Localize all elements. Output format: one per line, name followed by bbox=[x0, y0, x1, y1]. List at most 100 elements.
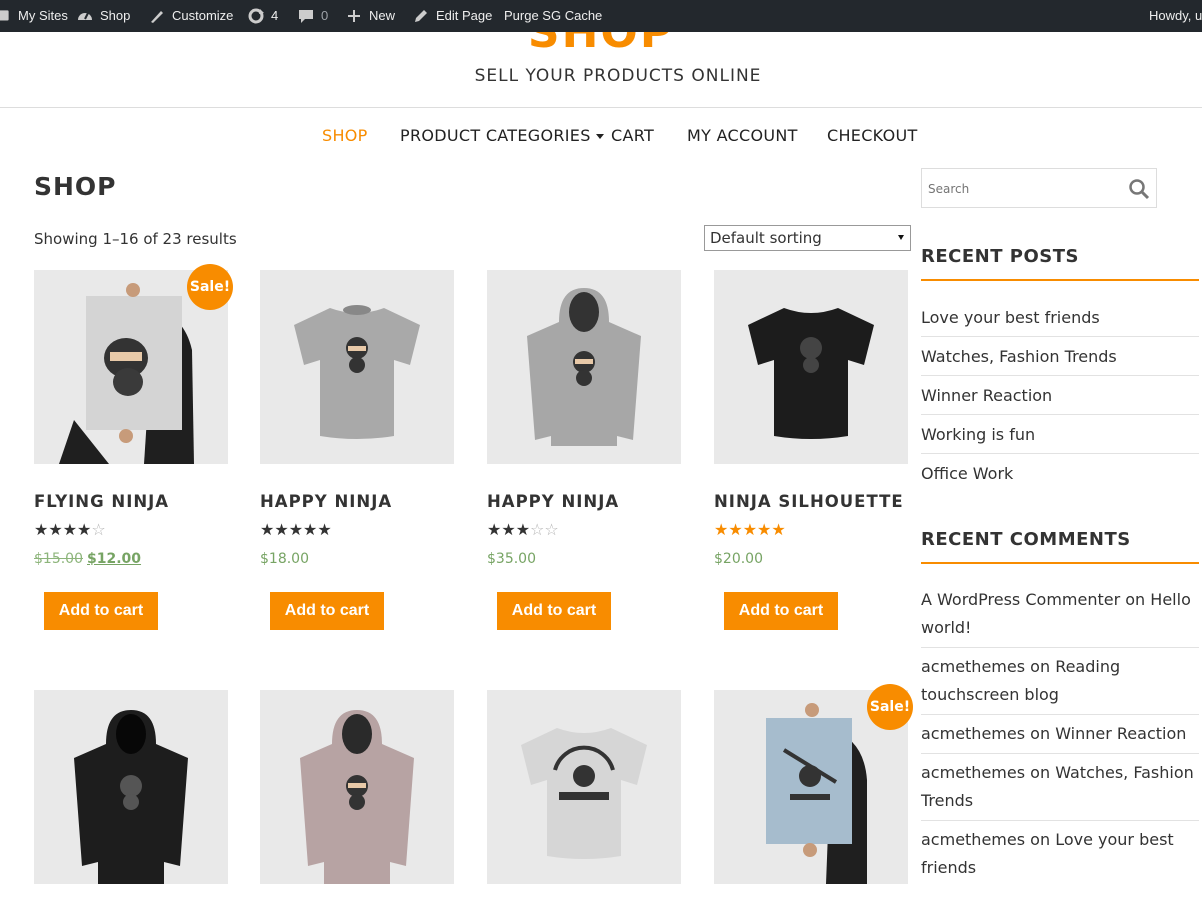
updates-count: 4 bbox=[271, 8, 279, 23]
sale-badge: Sale! bbox=[187, 264, 233, 310]
updates-link[interactable]: 4 bbox=[247, 0, 278, 32]
site-tagline: SELL YOUR PRODUCTS ONLINE bbox=[474, 66, 762, 86]
star-rating: ★★★☆☆ bbox=[487, 520, 559, 539]
product-image[interactable] bbox=[260, 690, 454, 884]
search-icon[interactable] bbox=[1128, 178, 1150, 200]
product-name[interactable]: HAPPY NINJA bbox=[487, 492, 619, 511]
recent-posts-title: RECENT POSTS bbox=[921, 246, 1079, 267]
recent-post-link[interactable]: Winner Reaction bbox=[921, 376, 1199, 415]
dropdown-arrow-icon bbox=[898, 235, 904, 240]
header-divider bbox=[0, 107, 1202, 108]
add-to-cart-button[interactable]: Add to cart bbox=[724, 592, 838, 630]
comment-author[interactable]: acmethemes bbox=[921, 724, 1025, 743]
customize-link[interactable]: Customize bbox=[148, 0, 233, 32]
recent-comment: acmethemes on Winner Reaction bbox=[921, 720, 1199, 754]
comment-on: on bbox=[1030, 763, 1051, 782]
star-rating: ★★★★★ bbox=[260, 520, 332, 539]
black-tshirt-image bbox=[748, 308, 874, 439]
comment-on: on bbox=[1030, 657, 1051, 676]
comments-count: 0 bbox=[321, 8, 329, 23]
updates-icon bbox=[248, 8, 264, 24]
product-image[interactable] bbox=[487, 690, 681, 884]
sort-dropdown-value: Default sorting bbox=[710, 229, 822, 247]
comment-icon bbox=[299, 10, 313, 23]
brush-icon bbox=[151, 11, 163, 23]
recent-comments-title: RECENT COMMENTS bbox=[921, 529, 1131, 550]
star-rating: ★★★★★ bbox=[714, 520, 786, 539]
star-rating: ★★★★☆ bbox=[34, 520, 106, 539]
pink-hoodie-image bbox=[300, 710, 414, 884]
purge-cache-link[interactable]: Purge SG Cache bbox=[504, 0, 602, 32]
dashboard-icon bbox=[78, 12, 92, 20]
new-content-menu[interactable]: New bbox=[345, 0, 395, 32]
comment-author[interactable]: acmethemes bbox=[921, 657, 1025, 676]
recent-comment: acmethemes on Watches, Fashion Trends bbox=[921, 759, 1199, 821]
recent-post-link[interactable]: Working is fun bbox=[921, 415, 1199, 454]
sort-dropdown[interactable]: Default sorting bbox=[704, 225, 911, 251]
my-sites-label: My Sites bbox=[18, 8, 68, 23]
search-form bbox=[921, 168, 1157, 208]
purge-cache-label: Purge SG Cache bbox=[504, 8, 603, 23]
product-price: $35.00 bbox=[487, 551, 536, 567]
page-title: SHOP bbox=[34, 172, 117, 201]
site-menu[interactable]: Shop bbox=[76, 0, 130, 32]
edit-page-label: Edit Page bbox=[436, 8, 493, 23]
my-sites-icon bbox=[0, 10, 9, 21]
sale-badge: Sale! bbox=[867, 684, 913, 730]
sale-price: $12.00 bbox=[87, 551, 142, 567]
grey-hoodie-image bbox=[527, 288, 641, 446]
comment-on: on bbox=[1030, 724, 1051, 743]
search-input[interactable] bbox=[928, 179, 1118, 199]
pencil-icon bbox=[415, 10, 427, 22]
comment-on: on bbox=[1030, 830, 1051, 849]
add-to-cart-button[interactable]: Add to cart bbox=[497, 592, 611, 630]
site-label: Shop bbox=[100, 8, 131, 23]
product-image[interactable] bbox=[487, 270, 681, 464]
edit-page-link[interactable]: Edit Page bbox=[412, 0, 492, 32]
nav-product-categories[interactable]: PRODUCT CATEGORIES bbox=[400, 126, 604, 145]
product-name[interactable]: FLYING NINJA bbox=[34, 492, 169, 511]
recent-post-link[interactable]: Love your best friends bbox=[921, 298, 1199, 337]
old-price: $15.00 bbox=[34, 551, 83, 567]
white-tshirt-image bbox=[521, 728, 647, 859]
product-price: $15.00 $12.00 bbox=[34, 551, 141, 567]
product-price: $20.00 bbox=[714, 551, 763, 567]
comment-post-link[interactable]: Winner Reaction bbox=[1055, 724, 1186, 743]
nav-shop[interactable]: SHOP bbox=[322, 126, 368, 145]
comment-author[interactable]: acmethemes bbox=[921, 830, 1025, 849]
nav-product-categories-label: PRODUCT CATEGORIES bbox=[400, 126, 591, 145]
new-label: New bbox=[369, 8, 396, 23]
account-menu[interactable]: Howdy, u bbox=[1149, 0, 1202, 32]
add-to-cart-button[interactable]: Add to cart bbox=[270, 592, 384, 630]
recent-post-link[interactable]: Office Work bbox=[921, 454, 1199, 493]
product-name[interactable]: NINJA SILHOUETTE bbox=[714, 492, 904, 511]
customize-label: Customize bbox=[172, 8, 234, 23]
howdy-label: Howdy, u bbox=[1149, 8, 1202, 23]
product-name[interactable]: HAPPY NINJA bbox=[260, 492, 392, 511]
plus-icon bbox=[348, 10, 360, 22]
product-image[interactable] bbox=[34, 690, 228, 884]
product-image[interactable] bbox=[714, 270, 908, 464]
black-hoodie-image bbox=[74, 710, 188, 884]
my-sites-menu[interactable]: My Sites bbox=[0, 0, 68, 32]
recent-comment: acmethemes on Reading touchscreen blog bbox=[921, 653, 1199, 715]
comment-author[interactable]: A WordPress Commenter bbox=[921, 590, 1120, 609]
admin-bar: My Sites Shop Customize 4 0 New Edit Pag… bbox=[0, 0, 1202, 32]
nav-cart[interactable]: CART bbox=[611, 126, 654, 145]
comment-author[interactable]: acmethemes bbox=[921, 763, 1025, 782]
nav-checkout[interactable]: CHECKOUT bbox=[827, 126, 918, 145]
product-price: $18.00 bbox=[260, 551, 309, 567]
nav-my-account[interactable]: MY ACCOUNT bbox=[687, 126, 798, 145]
widget-divider bbox=[921, 562, 1199, 564]
grey-tshirt-image bbox=[294, 305, 420, 439]
comment-on: on bbox=[1125, 590, 1146, 609]
comments-link[interactable]: 0 bbox=[297, 0, 328, 32]
widget-divider bbox=[921, 279, 1199, 281]
recent-comment: acmethemes on Love your best friends bbox=[921, 826, 1199, 888]
chevron-down-icon bbox=[595, 134, 604, 139]
add-to-cart-button[interactable]: Add to cart bbox=[44, 592, 158, 630]
recent-comment: A WordPress Commenter on Hello world! bbox=[921, 586, 1199, 648]
product-image[interactable] bbox=[260, 270, 454, 464]
result-count: Showing 1–16 of 23 results bbox=[34, 230, 237, 248]
recent-post-link[interactable]: Watches, Fashion Trends bbox=[921, 337, 1199, 376]
